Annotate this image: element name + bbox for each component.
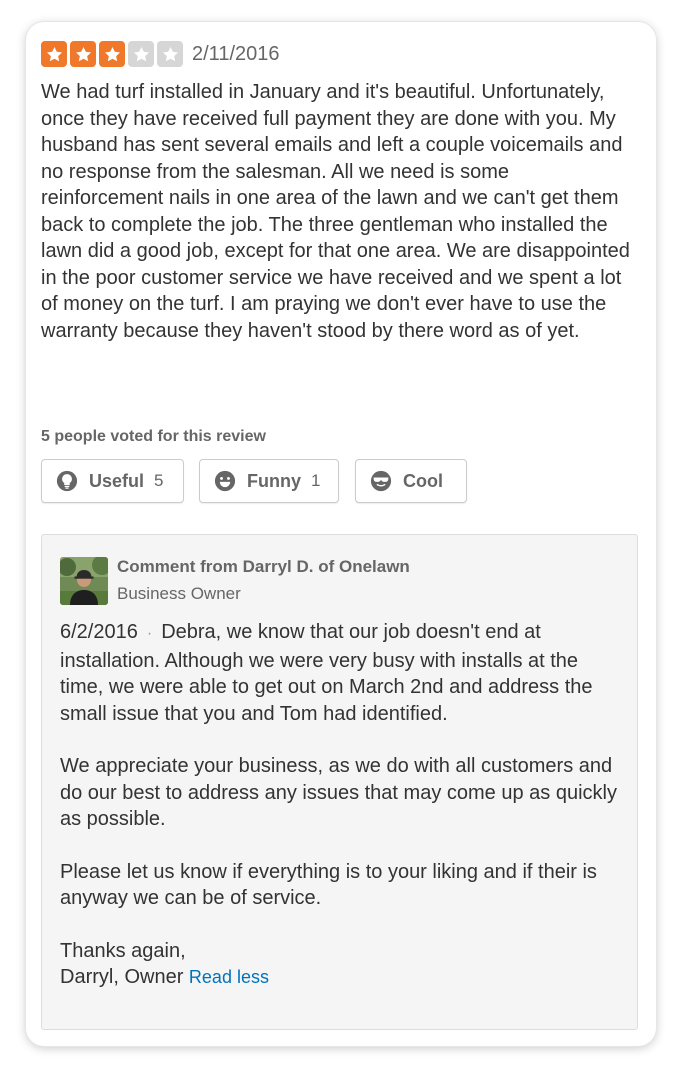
review-text: We had turf installed in January and it'… [41, 81, 630, 342]
separator-dot: · [146, 625, 153, 642]
comment-paragraph: We appreciate your business, as we do wi… [60, 755, 617, 830]
cool-button[interactable]: Cool [355, 459, 467, 503]
lightbulb-icon [56, 470, 78, 492]
avatar [60, 557, 108, 605]
star-icon [99, 41, 125, 67]
review-header: 2/11/2016 [41, 39, 280, 69]
star-icon [41, 41, 67, 67]
comment-thanks: Thanks again, [60, 939, 186, 962]
star-rating [41, 41, 183, 67]
comment-signoff: Thanks again, Darryl, Owner Read less [60, 938, 625, 991]
funny-label: Funny [247, 470, 301, 491]
review-date: 2/11/2016 [192, 43, 280, 65]
useful-count: 5 [154, 471, 164, 490]
business-owner-comment: Comment from Darryl D. of Onelawn Busine… [41, 534, 638, 1030]
commenter-role: Business Owner [117, 584, 241, 603]
star-icon [128, 41, 154, 67]
smiley-face-icon [214, 470, 236, 492]
useful-label: Useful [89, 470, 145, 491]
comment-paragraph: 6/2/2016 · Debra, we know that our job doe… [60, 619, 625, 727]
useful-button[interactable]: Useful 5 [41, 459, 184, 503]
sunglasses-face-icon [370, 470, 392, 492]
review-card: 2/11/2016 We had turf installed in Janua… [26, 22, 656, 1046]
star-icon [157, 41, 183, 67]
comment-date: 6/2/2016 [60, 621, 138, 643]
cool-label: Cool [403, 470, 443, 491]
commenter-name: Comment from Darryl D. of Onelawn [117, 557, 410, 576]
funny-count: 1 [311, 471, 321, 490]
comment-paragraph: Please let us know if everything is to y… [60, 860, 597, 910]
comment-signature: Darryl, Owner [60, 966, 184, 988]
funny-button[interactable]: Funny 1 [199, 459, 339, 503]
star-icon [70, 41, 96, 67]
comment-text: Debra, we know that our job doesn't end … [60, 621, 593, 725]
read-less-link[interactable]: Read less [189, 967, 269, 987]
comment-body: 6/2/2016 · Debra, we know that our job doe… [60, 619, 625, 991]
votes-label: 5 people voted for this review [41, 428, 266, 445]
